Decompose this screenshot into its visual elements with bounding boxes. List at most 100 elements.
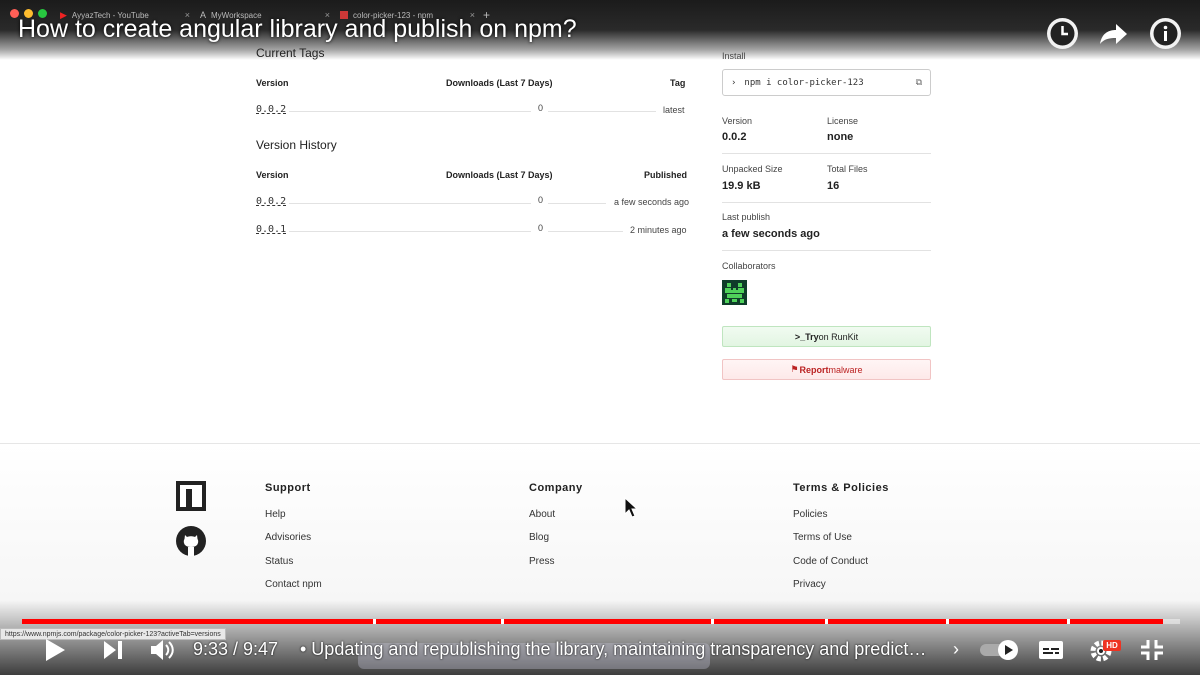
tag-version-link[interactable]: 0.0.2 (256, 104, 286, 115)
license-label: License (827, 116, 859, 126)
history-version-link[interactable]: 0.0.1 (256, 224, 286, 235)
history-version-link[interactable]: 0.0.2 (256, 196, 286, 207)
subtitles-button[interactable] (1038, 640, 1064, 665)
exit-fullscreen-icon (1141, 640, 1163, 660)
last-publish-label: Last publish (722, 212, 771, 222)
volume-button[interactable] (150, 638, 176, 667)
collaborators-label: Collaborators (722, 261, 776, 271)
sidebar-divider (722, 202, 931, 203)
col-tag-header: Tag (670, 78, 686, 88)
chapter-arrow-icon[interactable]: › (953, 639, 959, 660)
chapter-marker (501, 619, 504, 624)
volume-icon (151, 640, 174, 660)
share-button[interactable] (1098, 22, 1128, 51)
time-display: 9:33 / 9:47 (193, 639, 279, 659)
footer-link-policies[interactable]: Policies (793, 509, 827, 520)
install-label: Install (722, 51, 746, 61)
share-arrow-icon (1100, 24, 1127, 44)
row-divider (289, 111, 531, 112)
hd-badge: HD (1103, 640, 1121, 651)
play-button[interactable] (44, 638, 66, 667)
copy-icon[interactable]: ⧉ (916, 78, 922, 88)
col-published-header: Published (644, 170, 688, 180)
row-divider (548, 203, 606, 204)
version-label: Version (722, 116, 753, 126)
footer-link-press[interactable]: Press (529, 556, 555, 567)
sidebar-divider (722, 153, 931, 154)
npm-logo[interactable] (176, 481, 206, 516)
footer-link-contact[interactable]: Contact npm (265, 579, 322, 590)
history-downloads: 0 (538, 195, 544, 205)
row-divider (548, 231, 623, 232)
footer-link-terms[interactable]: Terms of Use (793, 532, 852, 543)
history-downloads: 0 (538, 223, 544, 233)
chapter-marker (373, 619, 376, 624)
runkit-try-label: Try (805, 331, 819, 342)
malware-label: malware (828, 364, 863, 375)
collaborator-avatar[interactable] (722, 280, 747, 310)
chapter-title[interactable]: • Updating and republishing the library,… (300, 639, 926, 660)
chapter-marker (1067, 619, 1070, 624)
status-bar-url: https://www.npmjs.com/package/color-pick… (0, 628, 226, 640)
info-icon (1153, 21, 1178, 46)
try-on-runkit-button[interactable]: >_ Try on RunKit (722, 326, 931, 347)
footer-link-help[interactable]: Help (265, 509, 286, 520)
npm-logo-icon (176, 481, 206, 511)
chapter-marker (946, 619, 949, 624)
github-icon (176, 526, 206, 556)
unpacked-size-value: 19.9 kB (722, 180, 761, 192)
chapter-marker (825, 619, 828, 624)
current-tags-heading: Current Tags (256, 46, 325, 60)
version-history-heading: Version History (256, 138, 337, 152)
history-published: 2 minutes ago (630, 225, 687, 235)
footer-support-heading: Support (265, 482, 311, 494)
info-button[interactable] (1150, 18, 1181, 49)
mouse-cursor-icon (624, 496, 639, 524)
sidebar-divider (722, 250, 931, 251)
col-version-header: Version (256, 78, 289, 88)
report-malware-button[interactable]: ⚑ Report malware (722, 359, 931, 380)
footer-link-blog[interactable]: Blog (529, 532, 549, 543)
footer-policies-heading: Terms & Policies (793, 482, 889, 494)
total-files-value: 16 (827, 180, 840, 192)
col-downloads-header: Downloads (Last 7 Days) (446, 170, 553, 180)
subtitles-icon (1039, 641, 1063, 659)
terminal-icon: >_ (794, 331, 806, 342)
github-link[interactable] (176, 526, 206, 561)
autoplay-icon (980, 640, 1018, 660)
last-publish-value: a few seconds ago (722, 228, 820, 240)
flag-icon: ⚑ (790, 364, 799, 374)
footer-company-heading: Company (529, 482, 583, 494)
total-files-label: Total Files (827, 164, 868, 174)
tag-downloads: 0 (538, 103, 544, 113)
autoplay-toggle[interactable] (980, 640, 1020, 665)
footer-link-status[interactable]: Status (265, 556, 293, 567)
video-title[interactable]: How to create angular library and publis… (18, 15, 577, 44)
col-downloads-header: Downloads (Last 7 Days) (446, 78, 553, 88)
next-button[interactable] (103, 640, 123, 665)
terminal-prompt-icon: › (731, 77, 737, 88)
tag-name: latest (663, 105, 685, 115)
install-command-box[interactable]: › npm i color-picker-123 ⧉ (722, 69, 931, 96)
play-icon (46, 639, 65, 661)
footer-link-advisories[interactable]: Advisories (265, 532, 311, 543)
footer-link-privacy[interactable]: Privacy (793, 579, 826, 590)
footer-link-conduct[interactable]: Code of Conduct (793, 556, 868, 567)
unpacked-size-label: Unpacked Size (722, 164, 783, 174)
install-command: npm i color-picker-123 (744, 77, 864, 88)
license-value: none (827, 131, 854, 143)
history-published: a few seconds ago (614, 197, 690, 207)
col-version-header: Version (256, 170, 289, 180)
watch-later-button[interactable] (1047, 18, 1078, 49)
identicon-avatar (722, 280, 747, 305)
progress-played (22, 619, 1163, 624)
footer-link-about[interactable]: About (529, 509, 555, 520)
chapter-marker (711, 619, 714, 624)
exit-fullscreen-button[interactable] (1140, 639, 1164, 666)
row-divider (548, 111, 656, 112)
report-label: Report (799, 364, 829, 375)
runkit-label: on RunKit (818, 331, 859, 342)
version-value: 0.0.2 (722, 131, 747, 143)
row-divider (289, 231, 531, 232)
row-divider (289, 203, 531, 204)
